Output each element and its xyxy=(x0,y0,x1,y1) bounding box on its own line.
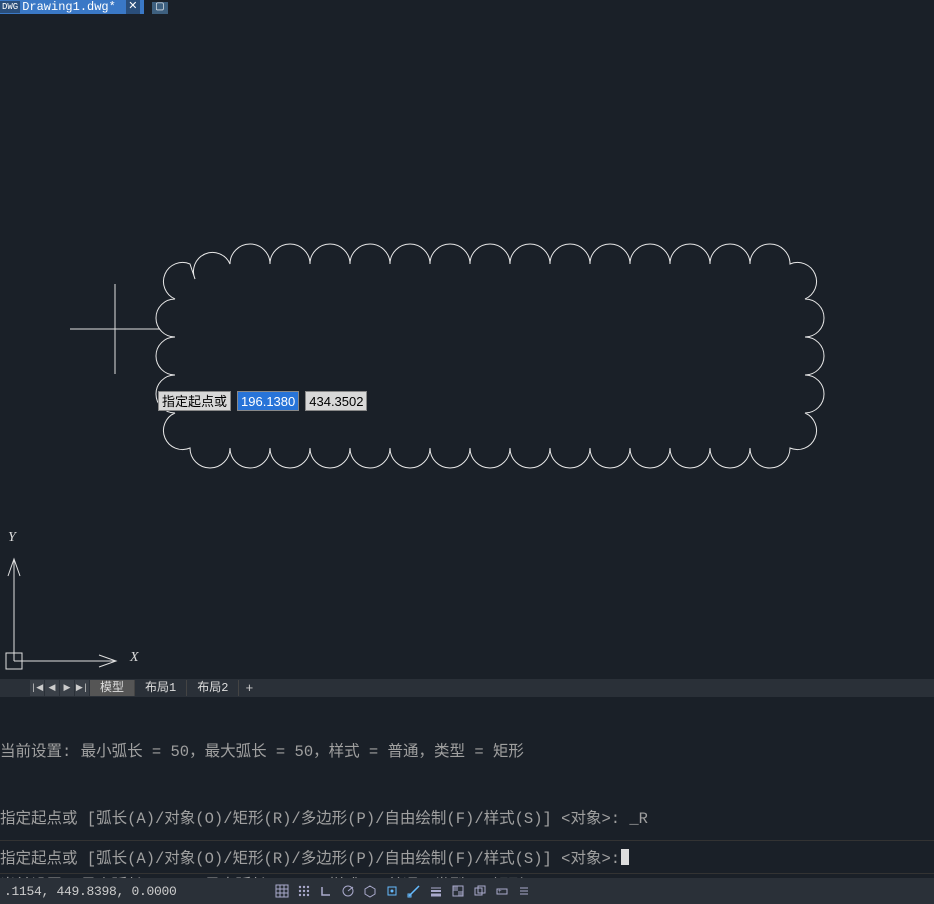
layout-nav-last[interactable]: ▶| xyxy=(75,680,89,696)
dynamic-input-tooltip: 指定起点或 196.1380 434.3502 xyxy=(158,391,367,411)
tooltip-coord-y[interactable]: 434.3502 xyxy=(305,391,367,411)
lineweight-toggle-icon[interactable] xyxy=(425,881,447,901)
layout-tab-2[interactable]: 布局2 xyxy=(187,680,239,696)
ortho-toggle-icon[interactable] xyxy=(315,881,337,901)
file-tab-bar: DWG Drawing1.dwg* ✕ ▢ xyxy=(0,0,934,14)
isodraft-toggle-icon[interactable] xyxy=(359,881,381,901)
command-cursor xyxy=(621,849,629,865)
osnap-toggle-icon[interactable] xyxy=(381,881,403,901)
menu-more-icon[interactable] xyxy=(513,881,535,901)
history-line: 指定起点或 [弧长(A)/对象(O)/矩形(R)/多边形(P)/自由绘制(F)/… xyxy=(0,808,934,831)
layout-tab-bar: |◀ ◀ ▶ ▶| 模型 布局1 布局2 + xyxy=(0,679,934,697)
history-line: 当前设置: 最小弧长 = 50，最大弧长 = 50，样式 = 普通，类型 = 矩… xyxy=(0,741,934,764)
selection-cycling-icon[interactable] xyxy=(469,881,491,901)
transparency-toggle-icon[interactable] xyxy=(447,881,469,901)
dynamic-input-toggle-icon[interactable]: + xyxy=(491,881,513,901)
otrack-toggle-icon[interactable] xyxy=(403,881,425,901)
command-line[interactable]: 指定起点或 [弧长(A)/对象(O)/矩形(R)/多边形(P)/自由绘制(F)/… xyxy=(0,840,934,874)
revision-cloud xyxy=(156,244,824,468)
layout-tab-1[interactable]: 布局1 xyxy=(135,680,187,696)
cursor-coordinates[interactable]: .1154, 449.8398, 0.0000 xyxy=(0,884,181,899)
add-layout-button[interactable]: + xyxy=(239,681,259,696)
file-tab[interactable]: DWG Drawing1.dwg* ✕ xyxy=(0,0,144,14)
status-bar-toggles: + xyxy=(271,881,535,901)
command-prompt: 指定起点或 [弧长(A)/对象(O)/矩形(R)/多边形(P)/自由绘制(F)/… xyxy=(0,846,620,868)
dwg-file-icon: DWG xyxy=(0,1,20,13)
drawing-canvas[interactable]: 指定起点或 196.1380 434.3502 X Y xyxy=(0,14,934,679)
tooltip-prompt: 指定起点或 xyxy=(158,391,231,411)
status-bar: .1154, 449.8398, 0.0000 + xyxy=(0,878,934,904)
tooltip-coord-x[interactable]: 196.1380 xyxy=(237,391,299,411)
new-tab-button[interactable]: ▢ xyxy=(152,2,168,14)
snap-toggle-icon[interactable] xyxy=(293,881,315,901)
layout-nav-first[interactable]: |◀ xyxy=(30,680,44,696)
layout-nav-next[interactable]: ▶ xyxy=(60,680,74,696)
grid-toggle-icon[interactable] xyxy=(271,881,293,901)
svg-text:+: + xyxy=(498,888,502,895)
ucs-y-label: Y xyxy=(8,530,16,546)
canvas-svg xyxy=(0,14,934,679)
close-tab-button[interactable]: ✕ xyxy=(126,0,140,14)
file-tab-label: Drawing1.dwg* xyxy=(22,0,116,14)
layout-nav-prev[interactable]: ◀ xyxy=(45,680,59,696)
polar-toggle-icon[interactable] xyxy=(337,881,359,901)
ucs-icon xyxy=(6,559,116,669)
layout-tab-model[interactable]: 模型 xyxy=(90,680,135,696)
crosshair-cursor xyxy=(70,284,160,374)
ucs-x-label: X xyxy=(130,650,139,666)
